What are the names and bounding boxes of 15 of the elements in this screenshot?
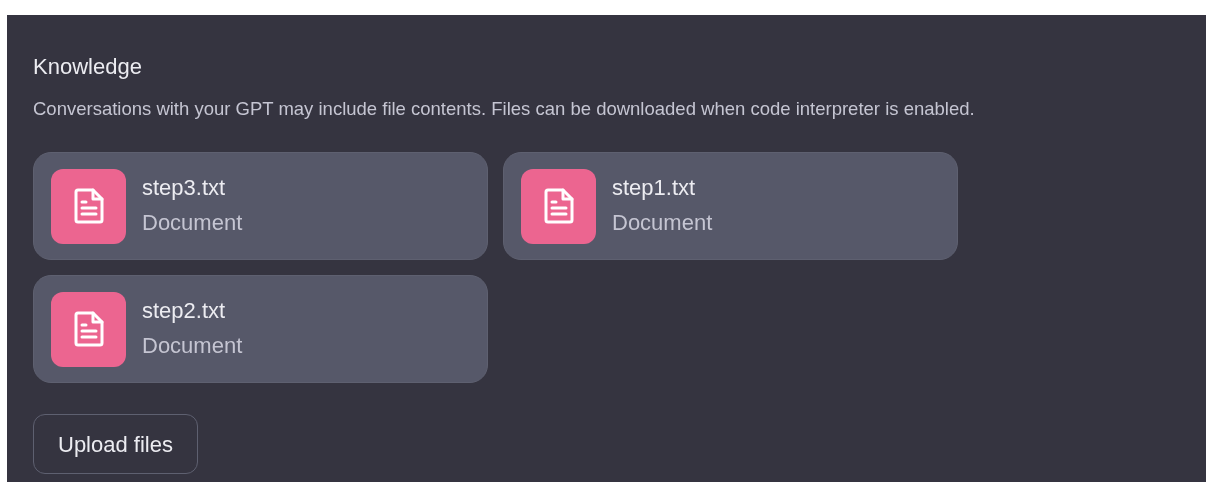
- file-name: step2.txt: [142, 297, 227, 325]
- section-title: Knowledge: [33, 53, 143, 81]
- upload-files-button[interactable]: Upload files: [33, 414, 198, 474]
- document-icon: [51, 291, 126, 367]
- file-type: Document: [612, 209, 713, 237]
- document-icon: [51, 168, 126, 244]
- file-name: step1.txt: [612, 174, 697, 202]
- file-type: Document: [142, 209, 243, 237]
- file-type: Document: [142, 332, 243, 360]
- file-name: step3.txt: [142, 174, 227, 202]
- file-card[interactable]: step3.txt Document: [33, 152, 488, 260]
- file-card[interactable]: step1.txt Document: [503, 152, 958, 260]
- file-card[interactable]: step2.txt Document: [33, 275, 488, 383]
- document-icon: [521, 168, 596, 244]
- section-description: Conversations with your GPT may include file contents. Files can be downloaded when code interpreter is enabled.: [33, 97, 976, 121]
